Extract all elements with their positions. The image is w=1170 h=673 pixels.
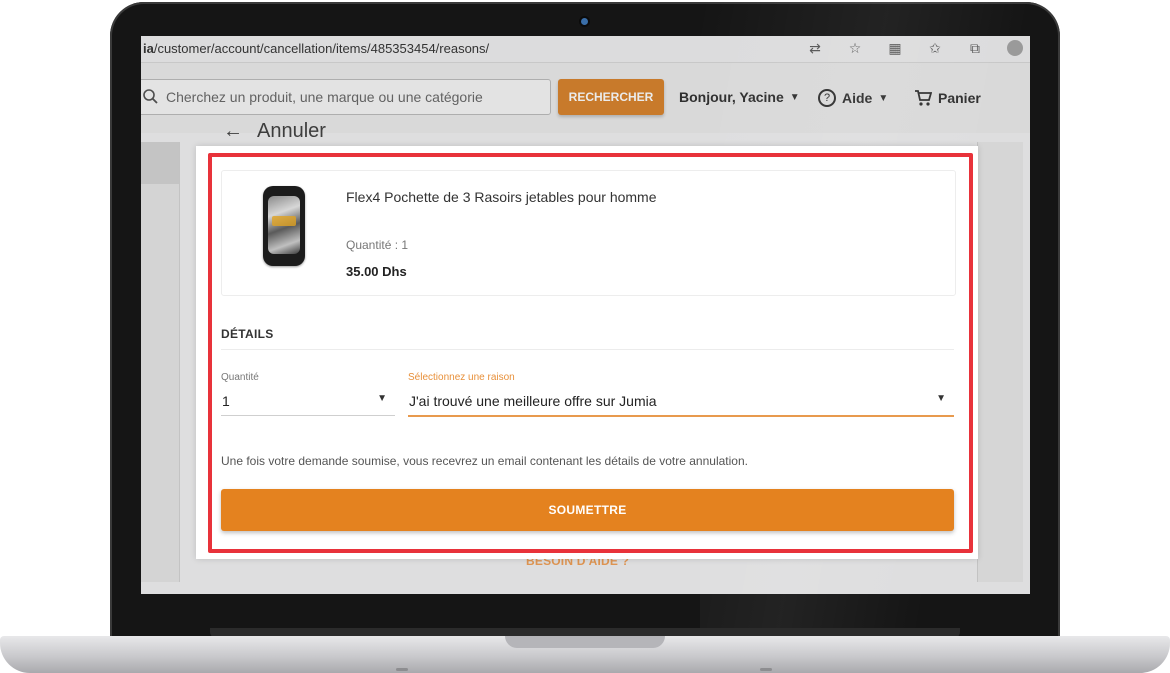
favorites-icon[interactable]: ✩ xyxy=(926,39,944,57)
details-heading: DÉTAILS xyxy=(221,327,274,341)
dropdown-caret-icon: ▼ xyxy=(936,393,946,404)
address-bar[interactable]: ia/customer/account/cancellation/items/4… xyxy=(141,36,1030,63)
url-domain-fragment: ia xyxy=(143,41,154,56)
product-image xyxy=(263,186,305,266)
dropdown-caret-icon: ▼ xyxy=(377,393,387,404)
info-text: Une fois votre demande soumise, vous rec… xyxy=(221,454,748,468)
submit-button[interactable]: SOUMETTRE xyxy=(221,489,954,531)
reason-value: J'ai trouvé une meilleure offre sur Jumi… xyxy=(409,393,657,409)
url-path: /customer/account/cancellation/items/485… xyxy=(153,41,490,56)
product-price: 35.00 Dhs xyxy=(346,264,407,279)
laptop-notch xyxy=(505,636,665,648)
browser-toolbar: ⇄ ☆ ▦ ✩ ⧉ xyxy=(806,39,1024,57)
product-name: Flex4 Pochette de 3 Rasoirs jetables pou… xyxy=(346,189,657,205)
profile-icon[interactable] xyxy=(1006,39,1024,57)
reason-label: Sélectionnez une raison xyxy=(408,372,515,383)
laptop-foot xyxy=(760,668,772,671)
bookmark-star-icon[interactable]: ☆ xyxy=(846,39,864,57)
laptop-foot xyxy=(396,668,408,671)
product-quantity: Quantité : 1 xyxy=(346,238,409,252)
collections-icon[interactable]: ⧉ xyxy=(966,39,984,57)
quantity-value: 1 xyxy=(222,393,230,409)
avatar xyxy=(1007,40,1023,56)
quantity-select[interactable]: 1 ▼ xyxy=(221,387,395,416)
quantity-label: Quantité xyxy=(221,372,259,383)
razor-pack-stripe xyxy=(272,216,296,226)
url-text[interactable]: ia/customer/account/cancellation/items/4… xyxy=(143,41,489,56)
extensions-icon[interactable]: ▦ xyxy=(886,39,904,57)
reason-select[interactable]: J'ai trouvé une meilleure offre sur Jumi… xyxy=(408,387,954,417)
webcam xyxy=(581,18,588,25)
divider xyxy=(221,349,954,350)
translate-icon[interactable]: ⇄ xyxy=(806,39,824,57)
